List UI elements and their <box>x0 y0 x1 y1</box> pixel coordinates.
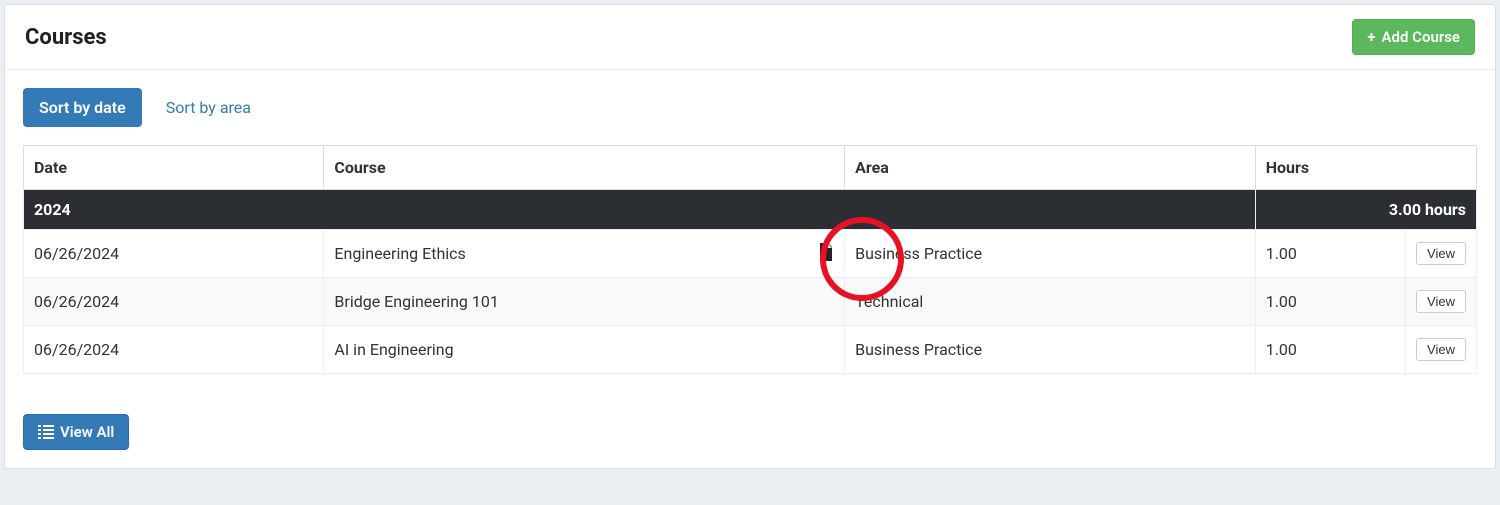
table-row: 06/26/2024 AI in Engineering Business Pr… <box>24 326 1477 374</box>
col-header-date: Date <box>24 146 324 190</box>
page-title: Courses <box>25 25 107 50</box>
tab-sort-by-area[interactable]: Sort by area <box>150 88 267 127</box>
cell-date: 06/26/2024 <box>24 326 324 374</box>
view-button[interactable]: View <box>1416 290 1466 313</box>
course-name: Bridge Engineering 101 <box>334 292 498 311</box>
cell-hours: 1.00 <box>1255 230 1405 278</box>
plus-icon: + <box>1367 28 1375 46</box>
panel-header: Courses + Add Course <box>5 5 1495 70</box>
cell-course: AI in Engineering <box>324 326 845 374</box>
view-button[interactable]: View <box>1416 338 1466 361</box>
cell-date: 06/26/2024 <box>24 278 324 326</box>
cell-hours: 1.00 <box>1255 326 1405 374</box>
sort-tabs: Sort by date Sort by area <box>23 88 1477 127</box>
cell-action: View <box>1405 326 1476 374</box>
col-header-hours: Hours <box>1255 146 1476 190</box>
table-wrap: Date Course Area Hours 2024 3.00 hours 0… <box>23 145 1477 374</box>
year-label: 2024 <box>24 190 1256 230</box>
cell-area: Business Practice <box>845 326 1256 374</box>
courses-table: Date Course Area Hours 2024 3.00 hours 0… <box>23 145 1477 374</box>
view-all-button[interactable]: View All <box>23 414 129 450</box>
cell-hours: 1.00 <box>1255 278 1405 326</box>
year-total-hours: 3.00 hours <box>1255 190 1476 230</box>
course-name: AI in Engineering <box>334 340 453 359</box>
list-icon <box>38 425 54 439</box>
course-name: Engineering Ethics <box>334 244 465 263</box>
view-button[interactable]: View <box>1416 242 1466 265</box>
cell-date: 06/26/2024 <box>24 230 324 278</box>
footer-buttons: View All <box>23 414 1477 450</box>
cell-area: Technical <box>845 278 1256 326</box>
add-course-label: Add Course <box>1382 28 1460 46</box>
col-header-course: Course <box>324 146 845 190</box>
panel-body: Sort by date Sort by area Date Course Ar… <box>5 70 1495 468</box>
col-header-area: Area <box>845 146 1256 190</box>
cell-action: View <box>1405 278 1476 326</box>
add-course-button[interactable]: + Add Course <box>1352 19 1475 55</box>
cell-action: View <box>1405 230 1476 278</box>
cell-course: Engineering Ethics <box>324 230 845 278</box>
view-all-label: View All <box>60 423 114 441</box>
year-group-row: 2024 3.00 hours <box>24 190 1477 230</box>
table-header-row: Date Course Area Hours <box>24 146 1477 190</box>
table-row: 06/26/2024 Engineering Ethics Business P… <box>24 230 1477 278</box>
cell-area: Business Practice <box>845 230 1256 278</box>
cell-course: Bridge Engineering 101 <box>324 278 845 326</box>
courses-panel: Courses + Add Course Sort by date Sort b… <box>4 4 1496 469</box>
table-row: 06/26/2024 Bridge Engineering 101 Techni… <box>24 278 1477 326</box>
tab-sort-by-date[interactable]: Sort by date <box>23 88 142 127</box>
document-icon[interactable] <box>818 243 834 265</box>
